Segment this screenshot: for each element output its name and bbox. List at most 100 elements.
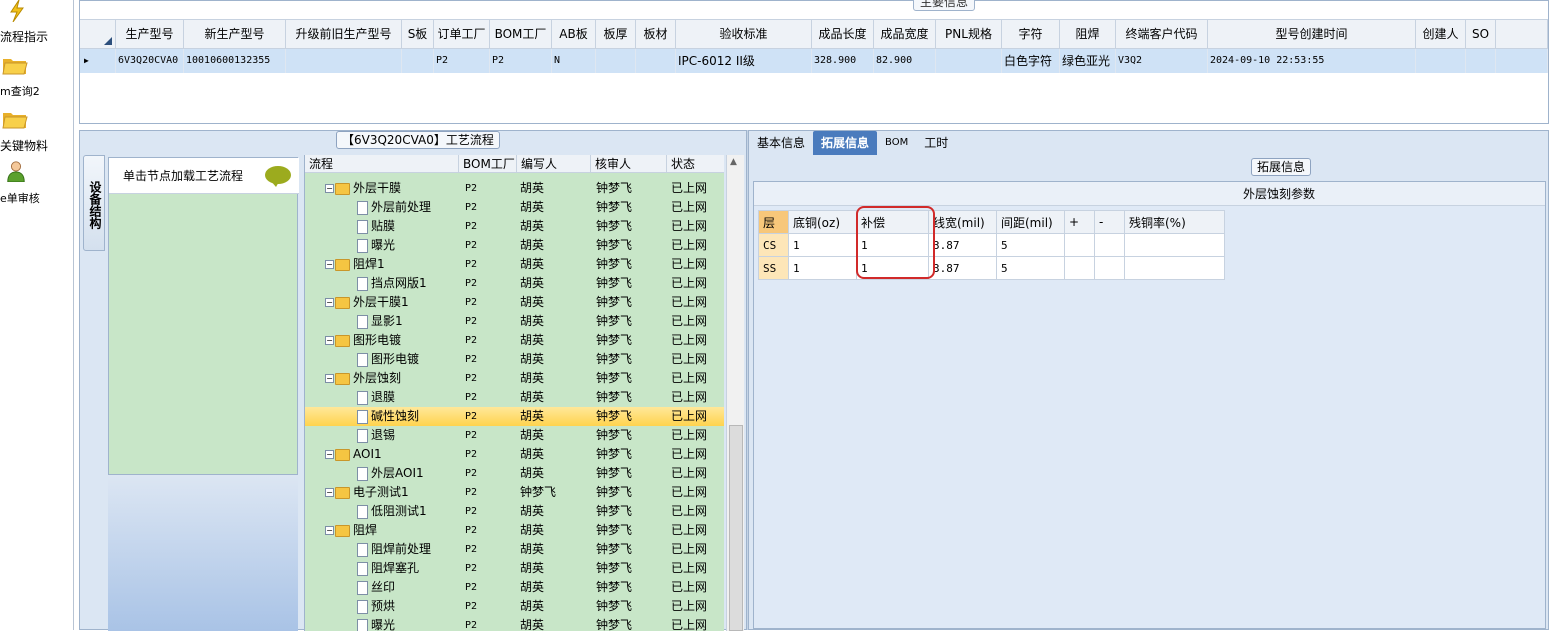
- tree-node[interactable]: −电子测试1: [325, 483, 409, 502]
- grid-cell[interactable]: 绿色亚光: [1060, 49, 1116, 73]
- param-cell[interactable]: [1095, 257, 1125, 280]
- collapse-icon[interactable]: −: [325, 488, 334, 497]
- tree-node[interactable]: 丝印: [357, 578, 395, 597]
- tree-node[interactable]: 贴膜: [357, 217, 395, 236]
- tree-row[interactable]: −图形电镀P2胡英钟梦飞已上网: [305, 331, 724, 350]
- column-header[interactable]: 成品宽度: [874, 20, 936, 48]
- grid-cell[interactable]: N: [552, 49, 596, 73]
- tree-node[interactable]: 低阻测试1: [357, 502, 427, 521]
- tree-row[interactable]: 阻焊塞孔P2胡英钟梦飞已上网: [305, 559, 724, 578]
- tree-row[interactable]: 预烘P2胡英钟梦飞已上网: [305, 597, 724, 616]
- column-header[interactable]: 订单工厂: [434, 20, 490, 48]
- param-cell[interactable]: 1: [789, 257, 857, 280]
- grid-cell[interactable]: P2: [490, 49, 552, 73]
- tree-node[interactable]: −阻焊1: [325, 255, 385, 274]
- grid-cell[interactable]: 328.900: [812, 49, 874, 73]
- column-header[interactable]: 验收标准: [676, 20, 812, 48]
- tree-node[interactable]: 图形电镀: [357, 350, 419, 369]
- column-header[interactable]: BOM工厂: [490, 20, 552, 48]
- tree-row[interactable]: 贴膜P2胡英钟梦飞已上网: [305, 217, 724, 236]
- process-tree[interactable]: 流程BOM工厂编写人核审人状态 −外层干膜P2胡英钟梦飞已上网外层前处理P2胡英…: [304, 155, 724, 631]
- tree-row[interactable]: 丝印P2胡英钟梦飞已上网: [305, 578, 724, 597]
- tree-scrollbar[interactable]: ▲: [726, 155, 744, 631]
- tree-node[interactable]: 阻焊塞孔: [357, 559, 419, 578]
- collapse-icon[interactable]: −: [325, 184, 334, 193]
- tree-row[interactable]: 退膜P2胡英钟梦飞已上网: [305, 388, 724, 407]
- equipment-structure-tab[interactable]: 设备结构: [83, 155, 105, 251]
- grid-cell[interactable]: [1466, 49, 1496, 73]
- param-cell[interactable]: [1125, 234, 1225, 257]
- param-cell[interactable]: [1125, 257, 1225, 280]
- grid-cell[interactable]: [1416, 49, 1466, 73]
- tree-row[interactable]: −阻焊1P2胡英钟梦飞已上网: [305, 255, 724, 274]
- collapse-icon[interactable]: −: [325, 526, 334, 535]
- param-cell[interactable]: 3.87: [929, 234, 997, 257]
- tree-row[interactable]: 曝光P2胡英钟梦飞已上网: [305, 236, 724, 255]
- tree-row[interactable]: 挡点网版1P2胡英钟梦飞已上网: [305, 274, 724, 293]
- collapse-icon[interactable]: −: [325, 298, 334, 307]
- tree-row[interactable]: −外层干膜1P2胡英钟梦飞已上网: [305, 293, 724, 312]
- column-header[interactable]: 型号创建时间: [1208, 20, 1416, 48]
- tree-node[interactable]: 显影1: [357, 312, 403, 331]
- column-header[interactable]: PNL规格: [936, 20, 1002, 48]
- tree-node[interactable]: −图形电镀: [325, 331, 401, 350]
- tree-row[interactable]: 外层前处理P2胡英钟梦飞已上网: [305, 198, 724, 217]
- column-header[interactable]: S板: [402, 20, 434, 48]
- tree-row[interactable]: −阻焊P2胡英钟梦飞已上网: [305, 521, 724, 540]
- column-header[interactable]: 终端客户代码: [1116, 20, 1208, 48]
- tree-node[interactable]: 碱性蚀刻: [357, 407, 419, 426]
- tree-node[interactable]: −外层干膜1: [325, 293, 409, 312]
- main-grid-row[interactable]: ▶ 6V3Q20CVA010010600132355P2P2NIPC-6012 …: [80, 49, 1548, 73]
- column-header[interactable]: 板材: [636, 20, 676, 48]
- tree-row[interactable]: 图形电镀P2胡英钟梦飞已上网: [305, 350, 724, 369]
- tree-node[interactable]: 曝光: [357, 616, 395, 631]
- param-cell[interactable]: 1: [789, 234, 857, 257]
- tree-row[interactable]: 显影1P2胡英钟梦飞已上网: [305, 312, 724, 331]
- param-cell[interactable]: [1065, 234, 1095, 257]
- tree-column-header[interactable]: 流程: [305, 155, 459, 172]
- tab-1[interactable]: 拓展信息: [813, 131, 877, 155]
- tree-row[interactable]: 外层AOI1P2胡英钟梦飞已上网: [305, 464, 724, 483]
- grid-cell[interactable]: [596, 49, 636, 73]
- tree-row[interactable]: 阻焊前处理P2胡英钟梦飞已上网: [305, 540, 724, 559]
- grid-cell[interactable]: 10010600132355: [184, 49, 286, 73]
- grid-cell[interactable]: 6V3Q20CVA0: [116, 49, 184, 73]
- collapse-icon[interactable]: −: [325, 336, 334, 345]
- grid-cell[interactable]: 82.900: [874, 49, 936, 73]
- param-row[interactable]: CS113.875: [759, 234, 1225, 257]
- column-header[interactable]: 板厚: [596, 20, 636, 48]
- column-header[interactable]: AB板: [552, 20, 596, 48]
- param-cell[interactable]: 3.87: [929, 257, 997, 280]
- tree-row[interactable]: −电子测试1P2钟梦飞钟梦飞已上网: [305, 483, 724, 502]
- param-cell[interactable]: [1095, 234, 1125, 257]
- tree-row[interactable]: 低阻测试1P2胡英钟梦飞已上网: [305, 502, 724, 521]
- param-cell[interactable]: 5: [997, 234, 1065, 257]
- tree-column-header[interactable]: 核审人: [591, 155, 667, 172]
- tree-node[interactable]: 曝光: [357, 236, 395, 255]
- tree-node[interactable]: 预烘: [357, 597, 395, 616]
- tab-3[interactable]: 工时: [916, 131, 956, 155]
- grid-cell[interactable]: [636, 49, 676, 73]
- param-row[interactable]: SS113.875: [759, 257, 1225, 280]
- scroll-up-icon[interactable]: ▲: [730, 157, 737, 167]
- tree-node[interactable]: −阻焊: [325, 521, 377, 540]
- grid-cell[interactable]: IPC-6012 II级: [676, 49, 812, 73]
- grid-cell[interactable]: V3Q2: [1116, 49, 1208, 73]
- tree-row[interactable]: −AOI1P2胡英钟梦飞已上网: [305, 445, 724, 464]
- scroll-thumb[interactable]: [729, 425, 743, 631]
- column-header[interactable]: 成品长度: [812, 20, 874, 48]
- tree-node[interactable]: −AOI1: [325, 445, 382, 464]
- tree-node[interactable]: 退锡: [357, 426, 395, 445]
- column-header[interactable]: SO: [1466, 20, 1496, 48]
- column-header[interactable]: 生产型号: [116, 20, 184, 48]
- tree-node[interactable]: 挡点网版1: [357, 274, 427, 293]
- tree-column-header[interactable]: BOM工厂: [459, 155, 517, 172]
- tree-row[interactable]: −外层蚀刻P2胡英钟梦飞已上网: [305, 369, 724, 388]
- tab-2[interactable]: BOM: [877, 131, 916, 155]
- grid-cell[interactable]: P2: [434, 49, 490, 73]
- tree-row[interactable]: 退锡P2胡英钟梦飞已上网: [305, 426, 724, 445]
- param-cell[interactable]: CS: [759, 234, 789, 257]
- grid-cell[interactable]: 白色字符: [1002, 49, 1060, 73]
- grid-cell[interactable]: [936, 49, 1002, 73]
- load-process-hint[interactable]: 单击节点加载工艺流程: [109, 158, 299, 194]
